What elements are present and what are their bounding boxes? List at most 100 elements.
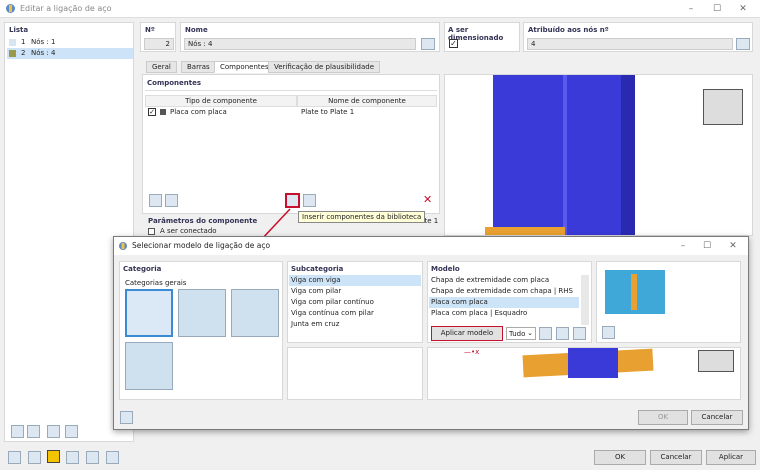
dialog-cancel-button[interactable]: Cancelar	[691, 410, 743, 425]
assigned-label: Atribuído aos nós nº	[528, 26, 609, 34]
list-item-num: 1	[21, 38, 26, 46]
divider	[145, 90, 437, 91]
apply-template-button[interactable]: Aplicar modelo	[431, 326, 503, 341]
help-icon[interactable]	[86, 451, 99, 464]
dimensioned-checkbox[interactable]: ✓	[449, 39, 458, 48]
subcategory-item[interactable]: Viga contínua com pilar	[289, 308, 421, 319]
list-item-num: 2	[21, 49, 26, 57]
template-export-icon[interactable]	[573, 327, 586, 340]
dialog-title: Selecionar modelo de ligação de aço	[132, 241, 271, 250]
name-input[interactable]: Nós : 4	[184, 38, 416, 50]
category-sub: Categorias gerais	[125, 279, 187, 287]
tab-barras[interactable]: Barras	[181, 61, 216, 73]
subcategory-item[interactable]: Viga com pilar contínuo	[289, 297, 421, 308]
component-name: Plate to Plate 1	[301, 108, 355, 116]
column-flange	[621, 75, 635, 235]
assigned-field-group: Atribuído aos nós nº 4	[523, 22, 753, 52]
pick-nodes-icon[interactable]	[736, 38, 750, 50]
category-thumb-beam-column[interactable]	[178, 289, 226, 337]
dialog-minimize-button[interactable]: –	[672, 239, 694, 253]
app-icon	[5, 3, 16, 14]
model-item-selected[interactable]: Placa com placa	[429, 297, 579, 308]
model-item[interactable]: Placa com placa | Esquadro	[429, 308, 579, 319]
ok-button[interactable]: OK	[594, 450, 646, 465]
template-edit-icon[interactable]	[539, 327, 552, 340]
components-panel: Componentes Tipo de componente Nome de c…	[142, 74, 440, 214]
params-checkbox[interactable]	[148, 228, 155, 235]
subcategory-title: Subcategoria	[291, 265, 344, 273]
category-thumb-beam-beam[interactable]	[125, 289, 173, 337]
dimensioned-field-group: A ser dimensionado ✓	[444, 22, 520, 52]
add-component-icon[interactable]	[303, 194, 316, 207]
params-title: Parâmetros do componente	[148, 217, 258, 225]
viewport-3d[interactable]	[444, 74, 753, 236]
move-up-icon[interactable]	[149, 194, 162, 207]
template-dialog: Selecionar modelo de ligação de aço – ☐ …	[113, 236, 749, 430]
category-title: Categoria	[123, 265, 162, 273]
list-item-selected[interactable]: 2 Nós : 4	[7, 48, 133, 59]
dialog-ok-button[interactable]: OK	[638, 410, 688, 425]
search-icon[interactable]	[8, 451, 21, 464]
preview-options-icon[interactable]	[602, 326, 615, 339]
delete-icon[interactable]: ✕	[423, 193, 432, 206]
filter-select[interactable]: Tudo ⌄	[506, 327, 536, 340]
insert-library-icon[interactable]	[285, 193, 300, 208]
dialog-close-button[interactable]: ✕	[722, 239, 744, 253]
dialog-search-icon[interactable]	[120, 411, 133, 424]
tab-verificacao[interactable]: Verificação de plausibilidade	[268, 61, 381, 73]
dialog-app-icon	[118, 241, 128, 251]
formula-icon[interactable]	[106, 451, 119, 464]
dialog-maximize-button[interactable]: ☐	[696, 239, 718, 253]
subcategory-item[interactable]: Junta em cruz	[289, 319, 421, 330]
column-beam	[493, 75, 621, 235]
name-label: Nome	[185, 26, 208, 34]
tab-componentes[interactable]: Componentes	[214, 61, 275, 73]
no-input[interactable]: 2	[144, 38, 174, 50]
move-down-icon[interactable]	[165, 194, 178, 207]
view-cube-icon[interactable]	[698, 350, 734, 372]
row-checkbox[interactable]: ✓	[148, 108, 156, 116]
model-icon[interactable]	[66, 451, 79, 464]
close-button[interactable]: ✕	[732, 2, 754, 16]
component-type: Placa com placa	[170, 108, 227, 116]
check-icon[interactable]	[47, 425, 60, 438]
units-icon[interactable]	[28, 451, 41, 464]
name-field-group: Nome Nós : 4	[180, 22, 440, 52]
copy-item-icon[interactable]	[27, 425, 40, 438]
component-color-swatch	[160, 109, 166, 115]
window-title-bar: Editar a ligação de aço – ☐ ✕	[0, 0, 760, 18]
model-viewport[interactable]: —•x	[427, 347, 741, 400]
model-item[interactable]: Chapa de extremidade com chapa | RHS	[429, 286, 579, 297]
category-thumb-cross[interactable]	[231, 289, 279, 337]
list-item-label: Nós : 1	[31, 38, 56, 46]
subcategory-panel: Subcategoria Viga com viga Viga com pila…	[287, 261, 423, 343]
color-square-icon[interactable]	[47, 450, 60, 463]
list-item[interactable]: 1 Nós : 1	[7, 37, 133, 48]
minimize-button[interactable]: –	[680, 2, 702, 16]
tab-geral[interactable]: Geral	[146, 61, 177, 73]
category-thumb-splice[interactable]	[125, 342, 173, 390]
new-item-icon[interactable]	[11, 425, 24, 438]
model-scrollbar[interactable]	[581, 275, 589, 325]
subcategory-preview	[287, 347, 423, 400]
model-item[interactable]: Chapa de extremidade com placa	[429, 275, 579, 286]
edit-name-icon[interactable]	[421, 38, 435, 50]
col-name-header: Nome de componente	[297, 95, 437, 107]
subcategory-item[interactable]: Viga com pilar	[289, 286, 421, 297]
table-row[interactable]: ✓ Placa com placa Plate to Plate 1	[145, 107, 437, 118]
sort-icon[interactable]	[65, 425, 78, 438]
category-panel: Categoria Categorias gerais	[119, 261, 283, 400]
preview-plate	[631, 274, 637, 310]
subcategory-item[interactable]: Viga com viga	[289, 275, 421, 286]
components-title: Componentes	[147, 79, 202, 87]
col-type-header: Tipo de componente	[145, 95, 297, 107]
cancel-button[interactable]: Cancelar	[650, 450, 702, 465]
template-delete-icon[interactable]	[556, 327, 569, 340]
apply-button[interactable]: Aplicar	[706, 450, 756, 465]
maximize-button[interactable]: ☐	[706, 2, 728, 16]
assigned-input[interactable]: 4	[527, 38, 733, 50]
tooltip: Inserir componentes da biblioteca	[298, 211, 426, 223]
filter-value: Tudo	[509, 330, 526, 338]
no-label: Nº	[145, 26, 155, 34]
view-cube-icon[interactable]	[703, 89, 743, 125]
